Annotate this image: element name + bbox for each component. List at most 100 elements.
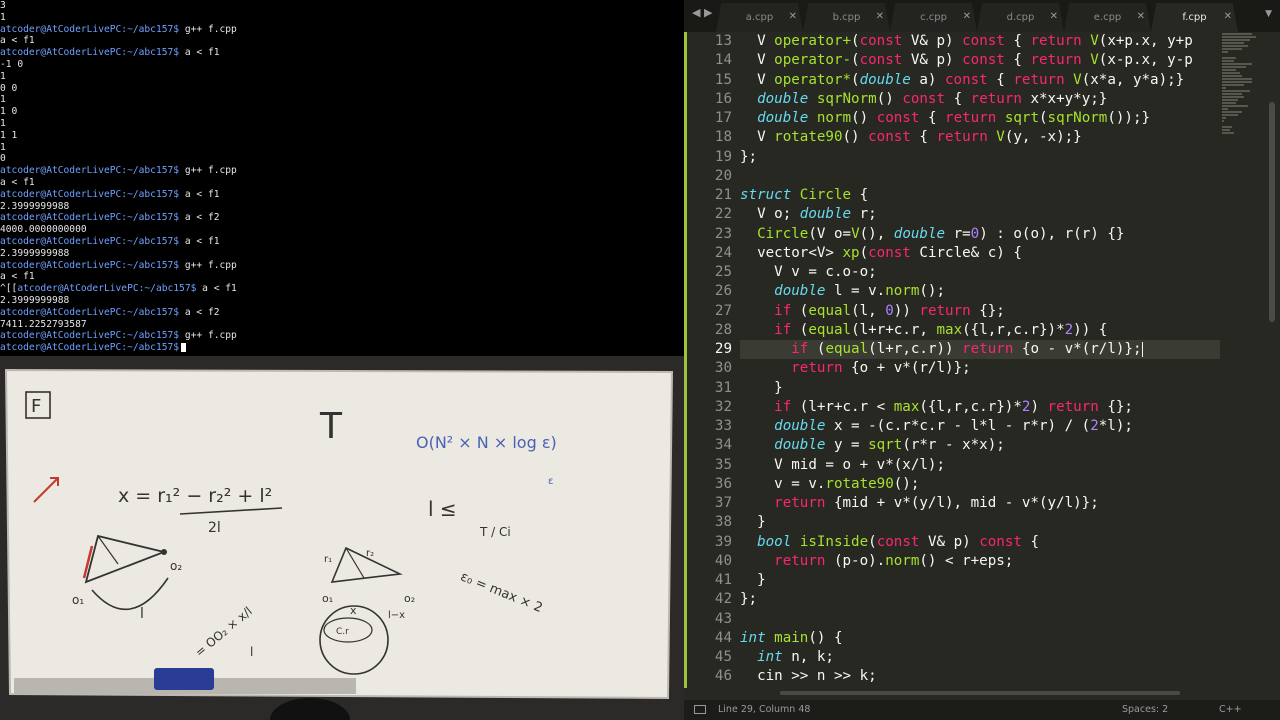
line-number: 29 bbox=[714, 341, 732, 357]
terminal-line: 1 bbox=[0, 70, 6, 82]
terminal-prompt: atcoder@AtCoderLivePC:~/abc157$ bbox=[0, 330, 180, 342]
minimap-line bbox=[1222, 129, 1230, 131]
panel-toggle-icon[interactable] bbox=[694, 705, 706, 714]
code-line[interactable]: V operator*(double a) const { return V(x… bbox=[740, 71, 1220, 90]
code-line[interactable]: cin >> n >> k; bbox=[740, 667, 1220, 686]
code-line[interactable]: V o; double r; bbox=[740, 205, 1220, 224]
svg-text:o₁: o₁ bbox=[322, 592, 333, 605]
terminal-line: ^[[atcoder@AtCoderLivePC:~/abc157$ a < f… bbox=[0, 283, 237, 295]
tab-f-cpp[interactable]: f.cpp ✕ bbox=[1151, 3, 1238, 32]
minimap-line bbox=[1222, 108, 1228, 110]
svg-text:l: l bbox=[140, 606, 144, 622]
tab-e-cpp[interactable]: e.cpp ✕ bbox=[1064, 3, 1151, 32]
indentation-setting[interactable]: Spaces: 2 bbox=[1122, 704, 1168, 715]
code-line[interactable]: V operator-(const V& p) const { return V… bbox=[740, 51, 1220, 70]
minimap-line bbox=[1222, 93, 1242, 95]
terminal-line: 2.3999999988 bbox=[0, 200, 70, 212]
terminal-panel[interactable]: 3 1 atcoder@AtCoderLivePC:~/abc157$ g++ f.… bbox=[0, 0, 684, 356]
code-line[interactable]: double x = -(c.r*c.r - l*l - r*r) / (2*l… bbox=[740, 417, 1220, 436]
tab-c-cpp[interactable]: c.cpp ✕ bbox=[890, 3, 977, 32]
code-line[interactable]: return {mid + v*(y/l), mid - v*(y/l)}; bbox=[740, 494, 1220, 513]
complexity-note: O(N² × N × log ε) bbox=[416, 433, 557, 452]
line-number: 39 bbox=[714, 533, 732, 550]
horizontal-scrollbar[interactable] bbox=[740, 688, 1270, 698]
code-area[interactable]: V operator+(const V& p) const { return V… bbox=[740, 32, 1220, 688]
code-line[interactable]: double l = v.norm(); bbox=[740, 282, 1220, 301]
minimap-line bbox=[1222, 111, 1242, 113]
code-line[interactable]: }; bbox=[740, 590, 1220, 609]
code-line[interactable]: vector<V> xp(const Circle& c) { bbox=[740, 244, 1220, 263]
svg-text:o₂: o₂ bbox=[170, 559, 182, 573]
tab-nav-arrows[interactable]: ◀ ▶ bbox=[692, 6, 712, 19]
code-line[interactable]: } bbox=[740, 571, 1220, 590]
terminal-line: a < f1 bbox=[0, 35, 35, 47]
code-line[interactable]: V v = c.o-o; bbox=[740, 263, 1220, 282]
close-icon[interactable]: ✕ bbox=[876, 11, 884, 22]
minimap-line bbox=[1222, 99, 1238, 101]
code-line[interactable]: return {o + v*(r/l)}; bbox=[740, 359, 1220, 378]
terminal-prompt: atcoder@AtCoderLivePC:~/abc157$ bbox=[0, 306, 180, 318]
webcam-view: F T O(N² × N × log ε) ε x = r₁² − r₂² + … bbox=[0, 356, 684, 720]
line-number: 16 bbox=[714, 90, 732, 107]
code-line[interactable] bbox=[740, 167, 1220, 186]
code-line[interactable]: } bbox=[740, 513, 1220, 532]
terminal-line: atcoder@AtCoderLivePC:~/abc157$ a < f2 bbox=[0, 307, 684, 319]
code-line[interactable]: v = v.rotate90(); bbox=[740, 475, 1220, 494]
close-icon[interactable]: ✕ bbox=[1224, 11, 1232, 22]
code-line[interactable]: V operator+(const V& p) const { return V… bbox=[740, 32, 1220, 51]
tab-d-cpp[interactable]: d.cpp ✕ bbox=[977, 3, 1064, 32]
code-line[interactable]: V mid = o + v*(x/l); bbox=[740, 456, 1220, 475]
tab-b-cpp[interactable]: b.cpp ✕ bbox=[803, 3, 890, 32]
close-icon[interactable]: ✕ bbox=[963, 11, 971, 22]
code-line[interactable]: if (l+r+c.r < max({l,r,c.r})*2) return {… bbox=[740, 398, 1220, 417]
code-line[interactable]: bool isInside(const V& p) const { bbox=[740, 533, 1220, 552]
minimap-line bbox=[1222, 60, 1234, 62]
minimap-line bbox=[1222, 33, 1252, 35]
close-icon[interactable]: ✕ bbox=[789, 11, 797, 22]
minimap[interactable] bbox=[1220, 32, 1266, 688]
code-line[interactable]: double sqrNorm() const { return x*x+y*y;… bbox=[740, 90, 1220, 109]
terminal-line: atcoder@AtCoderLivePC:~/abc157$ a < f2 bbox=[0, 212, 684, 224]
code-line[interactable]: double y = sqrt(r*r - x*x); bbox=[740, 436, 1220, 455]
line-number: 23 bbox=[714, 225, 732, 242]
terminal-line: 1 1 bbox=[0, 129, 18, 141]
code-line[interactable]: int n, k; bbox=[740, 648, 1220, 667]
terminal-line: a < f1 bbox=[0, 271, 35, 283]
minimap-line bbox=[1222, 132, 1234, 134]
line-number: 44 bbox=[714, 629, 732, 646]
code-editor[interactable]: ◀ ▶ a.cpp ✕ b.cpp ✕ c.cpp ✕ d.cpp ✕ e.cpp ✕ f.cpp ✕… bbox=[684, 0, 1280, 720]
terminal-line: 7411.2252793587 bbox=[0, 318, 87, 330]
close-icon[interactable]: ✕ bbox=[1137, 11, 1145, 22]
minimap-line bbox=[1222, 57, 1236, 59]
cursor-position[interactable]: Line 29, Column 48 bbox=[718, 704, 810, 715]
code-line[interactable]: double norm() const { return sqrt(sqrNor… bbox=[740, 109, 1220, 128]
terminal-line: 1 bbox=[0, 117, 6, 129]
modified-gutter-marker bbox=[684, 32, 687, 688]
code-line[interactable]: }; bbox=[740, 148, 1220, 167]
minimap-line bbox=[1222, 120, 1224, 122]
close-icon[interactable]: ✕ bbox=[1050, 11, 1058, 22]
code-line[interactable]: if (equal(l+r+c.r, max({l,r,c.r})*2)) { bbox=[740, 321, 1220, 340]
minimap-line bbox=[1222, 66, 1246, 68]
code-line[interactable]: int main() { bbox=[740, 629, 1220, 648]
minimap-line bbox=[1222, 117, 1226, 119]
terminal-prompt: atcoder@AtCoderLivePC:~/abc157$ bbox=[17, 283, 197, 295]
code-line[interactable]: struct Circle { bbox=[740, 186, 1220, 205]
line-number: 43 bbox=[714, 610, 732, 627]
tab-a-cpp[interactable]: a.cpp ✕ bbox=[716, 3, 803, 32]
code-line[interactable]: Circle(V o=V(), double r=0) : o(o), r(r)… bbox=[740, 225, 1220, 244]
minimap-line bbox=[1222, 75, 1242, 77]
code-line[interactable]: } bbox=[740, 379, 1220, 398]
code-line[interactable]: if (equal(l+r,c.r)) return {o - v*(r/l)}… bbox=[740, 340, 1220, 360]
terminal-line: 1 bbox=[0, 94, 6, 106]
formula-denominator: 2l bbox=[208, 520, 221, 536]
code-line[interactable]: return (p-o).norm() < r+eps; bbox=[740, 552, 1220, 571]
code-line[interactable]: V rotate90() const { return V(y, -x);} bbox=[740, 128, 1220, 147]
syntax-mode[interactable]: C++ bbox=[1219, 704, 1242, 715]
code-line[interactable] bbox=[740, 610, 1220, 629]
code-line[interactable]: if (equal(l, 0)) return {}; bbox=[740, 302, 1220, 321]
minimap-line bbox=[1222, 84, 1244, 86]
vertical-scrollbar[interactable] bbox=[1268, 32, 1276, 688]
line-number: 34 bbox=[714, 437, 732, 454]
tab-overflow-icon[interactable]: ▼ bbox=[1265, 9, 1272, 19]
